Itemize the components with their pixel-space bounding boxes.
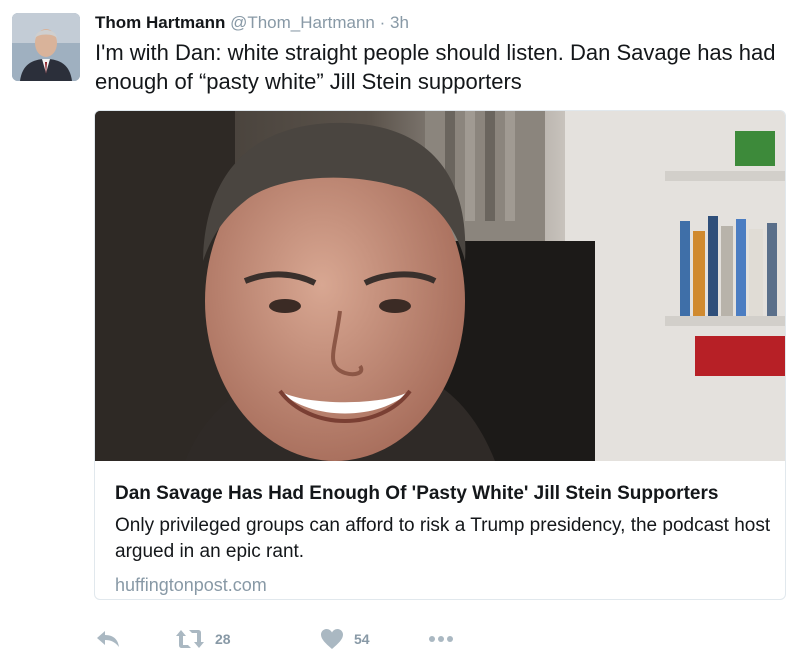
- reply-button[interactable]: [95, 625, 121, 653]
- card-photo: [95, 111, 785, 461]
- avatar-photo: [12, 13, 80, 81]
- link-card[interactable]: Dan Savage Has Had Enough Of 'Pasty Whit…: [94, 110, 786, 600]
- like-count: 54: [354, 631, 370, 647]
- heart-icon: [321, 629, 343, 649]
- tweet-header: Thom Hartmann @Thom_Hartmann · 3h: [95, 12, 409, 34]
- more-button[interactable]: [427, 625, 455, 653]
- avatar[interactable]: [12, 13, 80, 81]
- reply-icon: [97, 631, 119, 647]
- more-icon: [429, 636, 453, 642]
- retweet-count: 28: [215, 631, 231, 647]
- author-handle[interactable]: @Thom_Hartmann: [230, 13, 375, 32]
- tweet-actions: 28 54: [95, 625, 495, 653]
- author-name[interactable]: Thom Hartmann: [95, 13, 225, 32]
- card-image[interactable]: [95, 111, 785, 461]
- tweet-text: I'm with Dan: white straight people shou…: [95, 40, 776, 94]
- tweet: Thom Hartmann @Thom_Hartmann · 3h I'm wi…: [0, 0, 800, 665]
- separator: ·: [379, 13, 386, 32]
- retweet-button[interactable]: 28: [175, 625, 231, 653]
- card-domain[interactable]: huffingtonpost.com: [115, 573, 267, 597]
- timestamp[interactable]: 3h: [390, 13, 409, 32]
- retweet-icon: [176, 630, 204, 648]
- card-title[interactable]: Dan Savage Has Had Enough Of 'Pasty Whit…: [115, 482, 765, 506]
- card-description: Only privileged groups can afford to ris…: [115, 515, 771, 562]
- like-button[interactable]: 54: [320, 625, 370, 653]
